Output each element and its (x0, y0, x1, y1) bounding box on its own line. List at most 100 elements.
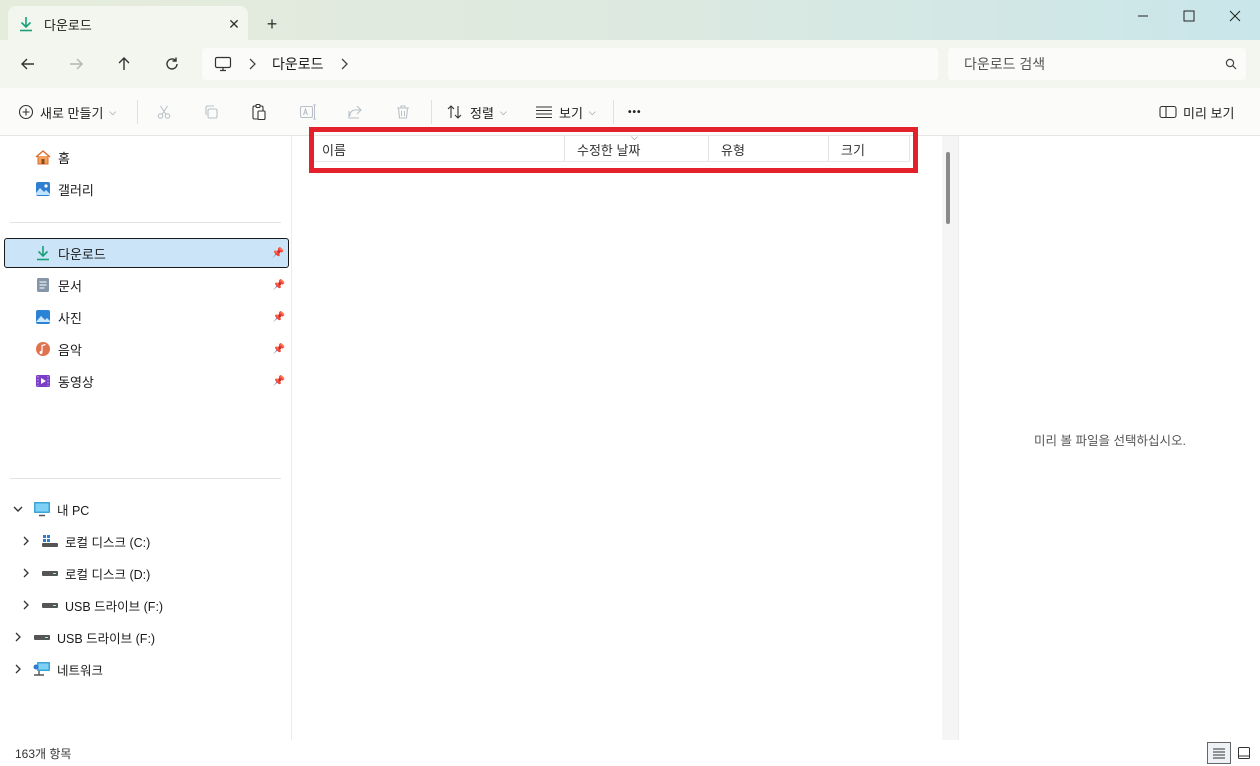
tab-title: 다운로드 (44, 17, 92, 33)
plus-circle-icon (18, 104, 34, 120)
view-list-icon (535, 105, 553, 119)
search-box[interactable]: 다운로드 검색 (948, 48, 1246, 80)
address-bar[interactable]: 다운로드 (202, 48, 938, 80)
sidebar-item-downloads[interactable]: 다운로드 📌 (4, 238, 289, 268)
sidebar-divider (10, 478, 281, 479)
new-button[interactable]: 새로 만들기 ⌵ (18, 96, 116, 128)
computer-icon (33, 501, 51, 517)
preview-pane-icon (1159, 105, 1177, 119)
item-count: 163개 항목 (15, 747, 72, 761)
trash-icon (395, 104, 411, 120)
preview-message: 미리 볼 파일을 선택하십시오. (1034, 434, 1186, 448)
close-window-button[interactable] (1212, 0, 1258, 32)
tree-item-usb-f-root[interactable]: USB 드라이브 (F:) (11, 624, 155, 650)
minimize-button[interactable] (1120, 0, 1166, 32)
system-drive-icon (41, 533, 59, 549)
sidebar-item-pictures[interactable]: 사진 📌 (4, 302, 289, 332)
clipboard-icon (251, 103, 267, 121)
sidebar-item-videos[interactable]: 동영상 📌 (4, 366, 289, 396)
gallery-icon (34, 180, 52, 198)
tree-item-label: USB 드라이브 (F:) (65, 599, 164, 614)
chevron-down-icon: ⌵ (109, 106, 117, 117)
cut-button[interactable] (156, 96, 172, 128)
copy-icon (203, 104, 219, 120)
sort-button-label: 정렬 (470, 105, 494, 121)
sidebar-item-label: 사진 (58, 310, 82, 326)
title-bar: 다운로드 ✕ + (0, 0, 1260, 42)
back-button[interactable] (12, 48, 44, 80)
preview-pane-button[interactable]: 미리 보기 (1159, 96, 1234, 128)
toolbar-divider (137, 100, 138, 124)
pin-icon[interactable]: 📌 (269, 312, 289, 323)
tab-close-button[interactable]: ✕ (220, 10, 248, 38)
tree-item-drive-d[interactable]: 로컬 디스크 (D:) (19, 560, 150, 586)
search-input[interactable]: 다운로드 검색 (964, 54, 1216, 74)
share-button[interactable] (347, 96, 363, 128)
chevron-right-icon[interactable] (240, 58, 264, 70)
tree-item-label: USB 드라이브 (F:) (57, 631, 156, 646)
chevron-right-icon[interactable] (11, 632, 25, 642)
pin-icon[interactable]: 📌 (269, 344, 289, 355)
chevron-right-icon[interactable] (19, 536, 33, 546)
tiles-view-button[interactable] (1232, 742, 1256, 764)
pin-icon[interactable]: 📌 (268, 248, 288, 259)
music-icon (34, 340, 52, 358)
sidebar-divider (10, 222, 281, 223)
tree-item-drive-c[interactable]: 로컬 디스크 (C:) (19, 528, 150, 554)
chevron-down-icon: ⌵ (499, 106, 507, 117)
maximize-button[interactable] (1166, 0, 1212, 32)
monitor-icon (214, 56, 232, 72)
download-icon (34, 244, 52, 262)
forward-button[interactable] (60, 48, 92, 80)
rename-button[interactable] (299, 96, 317, 128)
breadcrumb-downloads[interactable]: 다운로드 (272, 54, 324, 74)
download-icon (18, 16, 34, 32)
sidebar-item-label: 문서 (58, 278, 82, 294)
scrollbar-thumb[interactable] (946, 152, 950, 224)
chevron-right-icon[interactable] (19, 600, 33, 610)
tree-item-usb-f[interactable]: USB 드라이브 (F:) (19, 592, 163, 618)
pictures-icon (34, 308, 52, 326)
chevron-down-icon: ⌵ (588, 106, 596, 117)
document-icon (34, 276, 52, 294)
view-button[interactable]: 보기 ⌵ (535, 96, 596, 128)
toolbar-divider (431, 100, 432, 124)
file-list-area[interactable]: 이름 ⌵ 수정한 날짜 유형 크기 (292, 132, 942, 740)
scissors-icon (156, 104, 172, 120)
chevron-right-icon[interactable] (11, 664, 25, 674)
toolbar-divider (613, 100, 614, 124)
details-view-icon (1212, 747, 1226, 759)
sidebar-item-home[interactable]: 홈 (4, 142, 289, 172)
chevron-right-icon[interactable] (19, 568, 33, 578)
tree-item-network[interactable]: 네트워크 (11, 656, 103, 682)
delete-button[interactable] (395, 96, 411, 128)
video-icon (34, 372, 52, 390)
preview-pane: 미리 볼 파일을 선택하십시오. (958, 136, 1260, 740)
chevron-right-icon[interactable] (332, 58, 356, 70)
vertical-scrollbar[interactable] (942, 136, 958, 740)
new-tab-button[interactable]: + (258, 10, 286, 38)
sort-icon (446, 104, 464, 120)
details-view-button[interactable] (1207, 742, 1231, 764)
usb-drive-icon (33, 629, 51, 645)
pin-icon[interactable]: 📌 (269, 280, 289, 291)
sidebar-item-documents[interactable]: 문서 📌 (4, 270, 289, 300)
paste-button[interactable] (251, 96, 267, 128)
tab-downloads[interactable]: 다운로드 ✕ (8, 6, 248, 42)
sidebar-item-music[interactable]: 음악 📌 (4, 334, 289, 364)
drive-icon (41, 565, 59, 581)
sidebar-item-label: 갤러리 (58, 182, 94, 198)
copy-button[interactable] (203, 96, 219, 128)
navigation-pane: 홈 갤러리 다운로드 📌 문서 📌 사진 📌 음악 📌 동영상 📌 내 PC 로… (0, 136, 292, 740)
chevron-down-icon[interactable] (11, 505, 25, 513)
tree-item-label: 내 PC (57, 503, 90, 518)
sidebar-item-label: 음악 (58, 342, 82, 358)
sort-button[interactable]: 정렬 ⌵ (446, 96, 507, 128)
refresh-button[interactable] (156, 48, 188, 80)
sidebar-item-label: 홈 (58, 150, 70, 166)
up-button[interactable] (108, 48, 140, 80)
pin-icon[interactable]: 📌 (269, 376, 289, 387)
sidebar-item-gallery[interactable]: 갤러리 (4, 174, 289, 204)
more-options-button[interactable]: ••• (628, 96, 642, 128)
tree-item-this-pc[interactable]: 내 PC (11, 496, 89, 522)
